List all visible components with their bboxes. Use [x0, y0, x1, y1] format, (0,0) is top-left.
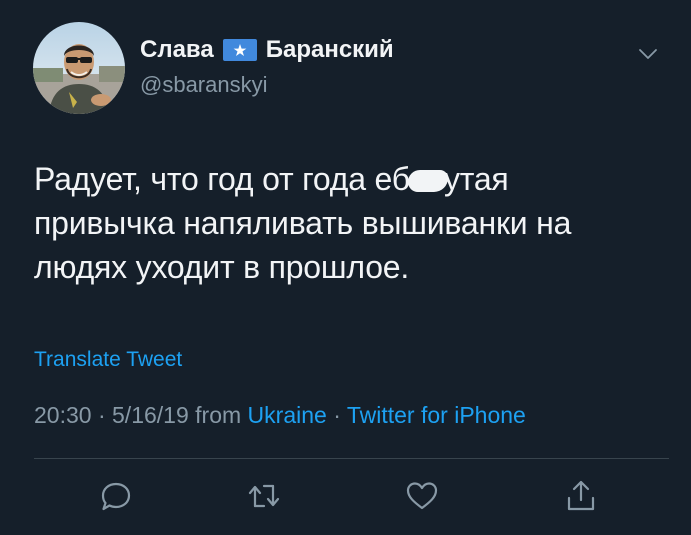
tweet-text-line-1-end: утая — [443, 161, 509, 197]
divider — [34, 458, 669, 459]
tweet-text: Радует, что год от года еб утая привычка … — [34, 157, 664, 289]
somalia-flag-icon — [222, 39, 257, 61]
heart-icon[interactable] — [404, 478, 440, 514]
avatar[interactable] — [33, 22, 125, 114]
display-name-first: Слава — [140, 36, 214, 63]
meta-separator-2: · — [333, 402, 341, 428]
tweet-date: 5/16/19 — [112, 402, 189, 428]
share-icon[interactable] — [563, 478, 599, 514]
tweet-card: Слава Баранский @sbaranskyi Радует, что … — [0, 0, 691, 535]
reply-icon[interactable] — [98, 478, 134, 514]
chevron-down-icon[interactable] — [636, 42, 660, 66]
source-link[interactable]: Twitter for iPhone — [347, 402, 526, 428]
censor-blot — [407, 170, 448, 192]
translate-tweet-link[interactable]: Translate Tweet — [34, 348, 182, 372]
tweet-text-line-2: привычка напяливать вышиванки на — [34, 205, 572, 241]
display-name[interactable]: Слава Баранский — [140, 36, 394, 64]
meta-separator: · — [97, 402, 106, 428]
user-handle[interactable]: @sbaranskyi — [140, 72, 268, 98]
tweet-text-line-3: людях уходит в прошлое. — [34, 249, 410, 285]
retweet-icon[interactable] — [246, 478, 282, 514]
tweet-time: 20:30 — [34, 402, 92, 428]
avatar-photo — [33, 22, 125, 114]
tweet-text-line-1-start: Радует, что год от года еб — [34, 161, 410, 197]
tweet-text-line-1: Радует, что год от года еб утая — [34, 157, 664, 201]
tweet-meta: 20:30 · 5/16/19 from Ukraine · Twitter f… — [34, 402, 526, 429]
location-link[interactable]: Ukraine — [248, 402, 327, 428]
action-bar — [0, 478, 691, 514]
from-label: from — [195, 402, 242, 428]
display-name-last: Баранский — [265, 36, 394, 63]
